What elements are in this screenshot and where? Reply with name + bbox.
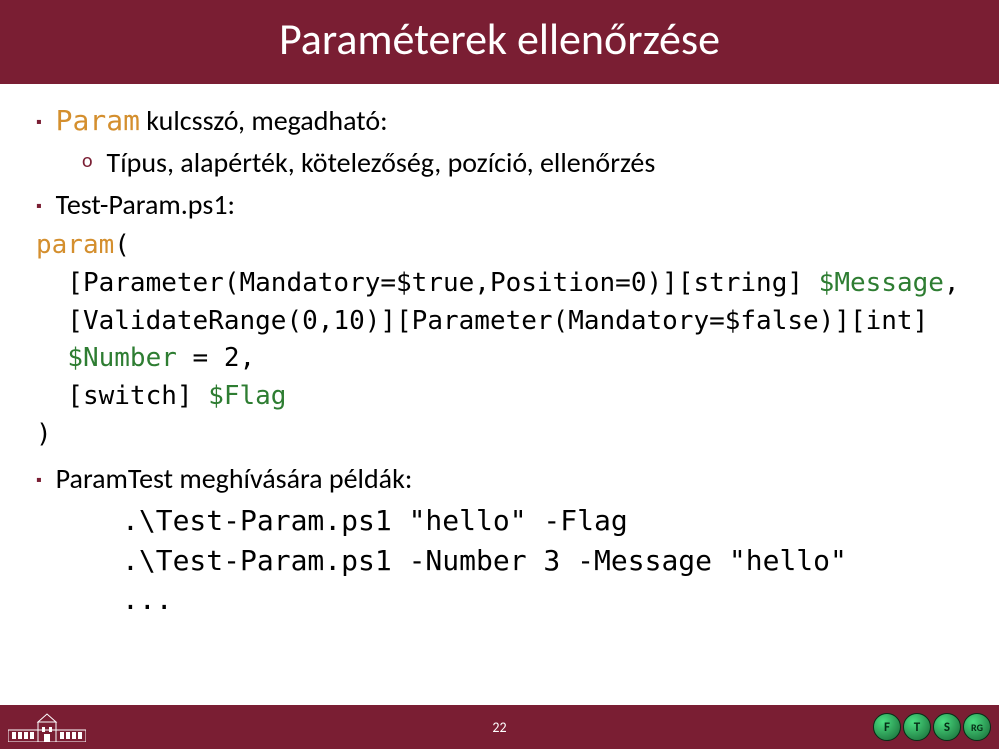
page-number: 22 bbox=[492, 719, 506, 736]
orb-icon: F bbox=[873, 713, 901, 741]
code-line: $Number = 2, bbox=[36, 340, 963, 378]
bullet-square-icon: ▪ bbox=[36, 196, 42, 218]
orb-icon: S bbox=[933, 713, 961, 741]
keyword-param: Param bbox=[56, 104, 140, 137]
sub-bullet-item: o Típus, alapérték, kötelezőség, pozíció… bbox=[36, 144, 963, 182]
code-line: [switch] $Flag bbox=[36, 378, 963, 416]
bullet-square-icon: ▪ bbox=[36, 112, 42, 134]
code-line: [ValidateRange(0,10)][Parameter(Mandator… bbox=[36, 303, 963, 341]
bullet-circle-icon: o bbox=[82, 148, 93, 175]
bullet-text: ParamTest meghívására példák: bbox=[56, 460, 413, 498]
code-block: param( [Parameter(Mandatory=$true,Positi… bbox=[36, 227, 963, 453]
bullet-text: Param kulcsszó, megadható: bbox=[56, 102, 388, 140]
bullet-square-icon: ▪ bbox=[36, 470, 42, 492]
example-line: ... bbox=[122, 580, 963, 619]
slide: Paraméterek ellenőrzése ▪ Param kulcsszó… bbox=[0, 0, 999, 749]
orb-icon: T bbox=[903, 713, 931, 741]
slide-title-bar: Paraméterek ellenőrzése bbox=[0, 0, 999, 84]
code-line: ) bbox=[36, 416, 963, 454]
bullet-item: ▪ ParamTest meghívására példák: bbox=[36, 460, 963, 498]
bullet-text: Test-Param.ps1: bbox=[56, 186, 235, 224]
building-icon bbox=[8, 712, 86, 742]
slide-body: ▪ Param kulcsszó, megadható: o Típus, al… bbox=[0, 84, 999, 705]
orb-icon: RG bbox=[963, 713, 991, 741]
slide-title: Paraméterek ellenőrzése bbox=[279, 12, 720, 66]
example-block: .\Test-Param.ps1 "hello" -Flag .\Test-Pa… bbox=[122, 501, 963, 619]
bullet-item: ▪ Param kulcsszó, megadható: bbox=[36, 102, 963, 140]
partner-logos: F T S RG bbox=[873, 713, 991, 741]
example-line: .\Test-Param.ps1 "hello" -Flag bbox=[122, 501, 963, 540]
slide-footer: 22 F T S RG bbox=[0, 705, 999, 749]
code-line: param( bbox=[36, 227, 963, 265]
example-line: .\Test-Param.ps1 -Number 3 -Message "hel… bbox=[122, 541, 963, 580]
sub-bullet-text: Típus, alapérték, kötelezőség, pozíció, … bbox=[107, 144, 656, 182]
bullet-item: ▪ Test-Param.ps1: bbox=[36, 186, 963, 224]
code-line: [Parameter(Mandatory=$true,Position=0)][… bbox=[36, 265, 963, 303]
university-logo bbox=[8, 712, 86, 742]
